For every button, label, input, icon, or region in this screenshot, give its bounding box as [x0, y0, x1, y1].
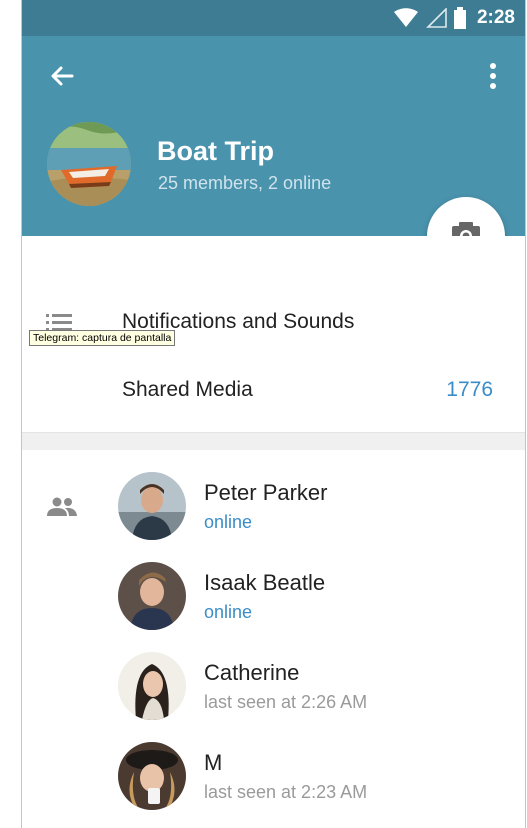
group-subtitle: 25 members, 2 online: [158, 173, 332, 193]
group-avatar[interactable]: [47, 122, 131, 206]
back-button[interactable]: [46, 60, 78, 92]
status-time: 2:28: [476, 7, 515, 28]
avatar-photo: [118, 652, 186, 720]
member-name: Isaak Beatle: [204, 570, 326, 595]
shared-media-count: 1776: [446, 378, 493, 401]
shared-media-label: Shared Media: [122, 378, 253, 401]
status-icons: 2:28: [393, 5, 515, 31]
member-item[interactable]: Isaak Beatle online: [22, 562, 525, 652]
avatar: [118, 652, 186, 720]
tooltip: Telegram: captura de pantalla: [29, 330, 176, 346]
member-status: online: [204, 602, 253, 622]
boat-photo: [47, 122, 131, 206]
battery-icon: [453, 7, 466, 29]
frame-border-right: [525, 0, 526, 828]
avatar: [118, 742, 186, 810]
member-status: last seen at 2:23 AM: [204, 782, 368, 802]
more-vert-icon: [490, 63, 496, 89]
members-section: Peter Parker online Isaak Beatle online: [22, 450, 525, 828]
member-name: M: [204, 750, 223, 775]
section-divider: [22, 432, 525, 450]
arrow-left-icon: [51, 66, 74, 86]
shared-media-row[interactable]: Shared Media 1776: [22, 362, 525, 418]
member-status: last seen at 2:26 AM: [204, 692, 368, 712]
avatar-photo: [118, 742, 186, 810]
signal-icon: [426, 8, 447, 28]
more-options-button[interactable]: [481, 60, 505, 92]
member-item[interactable]: M last seen at 2:23 AM: [22, 742, 525, 828]
member-name: Catherine: [204, 660, 300, 685]
avatar-photo: [118, 562, 186, 630]
status-bar: 2:28: [22, 0, 525, 36]
group-title: Boat Trip: [157, 136, 275, 166]
wifi-icon: [393, 8, 418, 27]
member-item[interactable]: Catherine last seen at 2:26 AM: [22, 652, 525, 742]
member-status: online: [204, 512, 253, 532]
avatar: [118, 472, 186, 540]
member-item[interactable]: Peter Parker online: [22, 472, 525, 562]
left-gutter: [0, 0, 21, 828]
avatar-photo: [118, 472, 186, 540]
avatar: [118, 562, 186, 630]
app-window: 2:28 Boat Trip 25 members, 2 online Noti…: [0, 0, 527, 828]
member-name: Peter Parker: [204, 480, 328, 505]
